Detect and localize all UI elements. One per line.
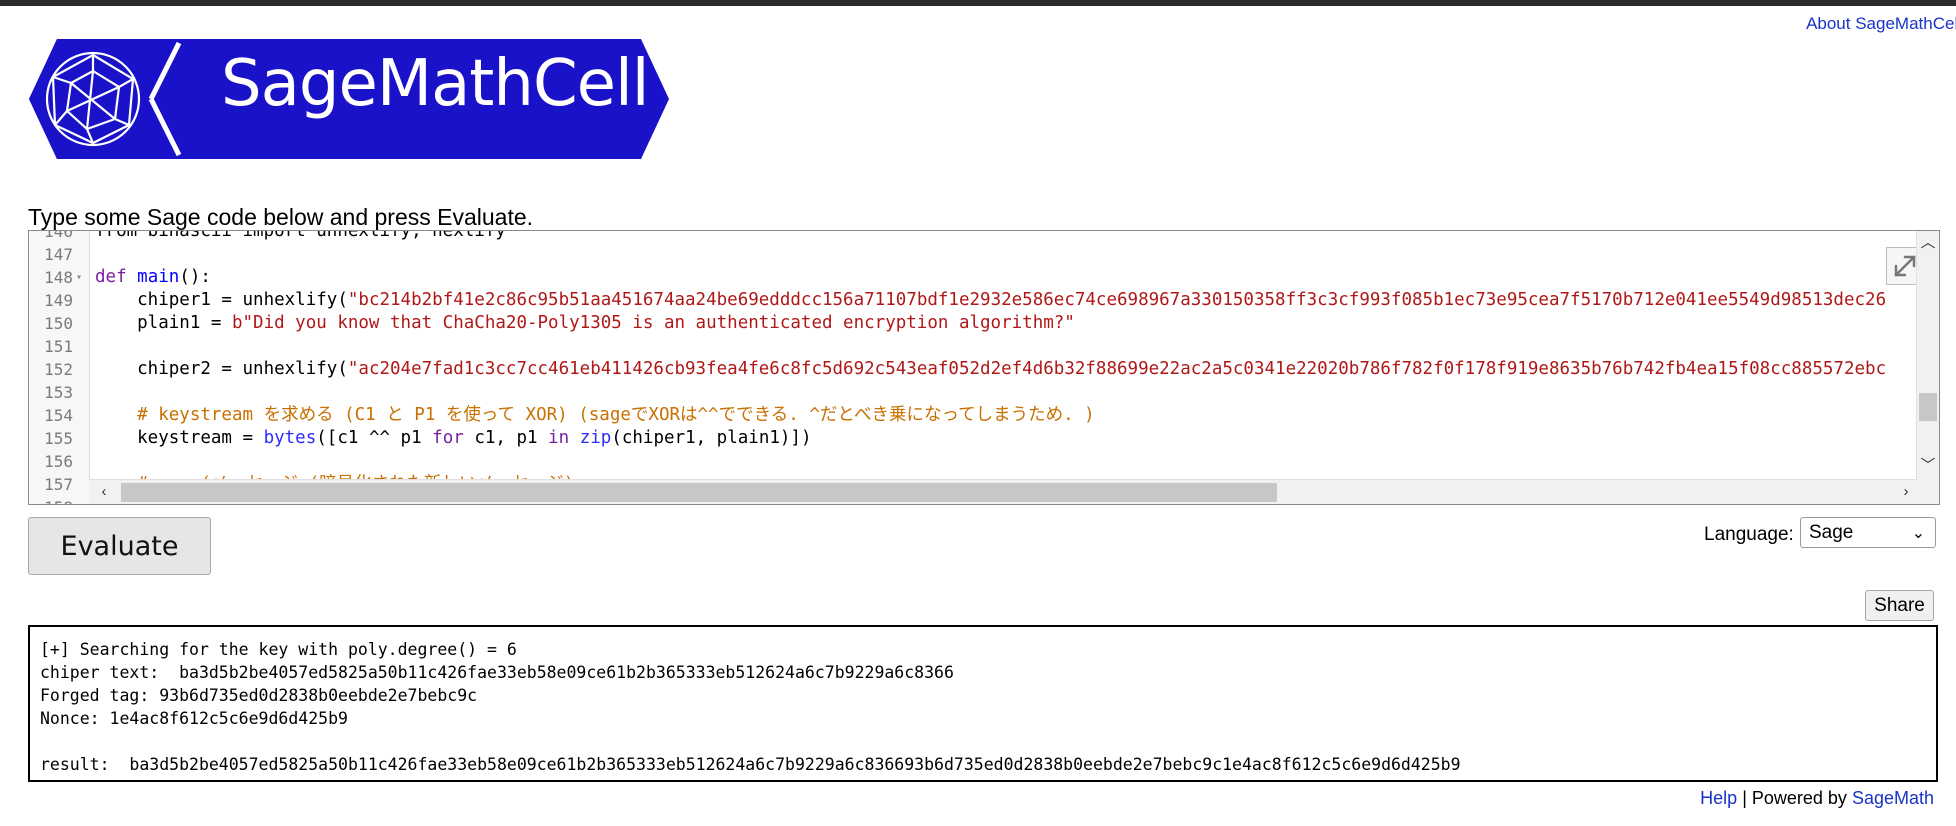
code-text: from binascii import unhexlify, hexlify (95, 230, 506, 241)
code-text: # keystream を求める (C1 と P1 を使って XOR) (sag… (95, 405, 1095, 425)
footer: Help | Powered by SageMath (1700, 788, 1934, 809)
code-text: def main(): (95, 267, 211, 287)
language-select[interactable]: Sage ⌄ (1800, 517, 1936, 548)
line-number: 154 (44, 406, 73, 425)
line-number: 153 (44, 383, 73, 402)
about-link[interactable]: About SageMathCell (1806, 14, 1956, 34)
code-line[interactable]: 148 ▾ def main(): (29, 266, 1917, 289)
scroll-right-icon[interactable]: › (1895, 482, 1917, 502)
output-line: chiper text: ba3d5b2be4057ed5825a50b11c4… (40, 663, 954, 682)
output-line: Forged tag: 93b6d735ed0d2838b0eebde2e7be… (40, 686, 478, 705)
code-line[interactable]: 146 from binascii import unhexlify, hexli… (29, 230, 1917, 243)
line-number: 155 (44, 429, 73, 448)
code-text: keystream = bytes([c1 ^^ p1 for c1, p1 i… (95, 428, 812, 448)
line-number: 150 (44, 314, 73, 333)
code-lines[interactable]: 146 from binascii import unhexlify, hexli… (29, 230, 1917, 504)
sagemathcell-logo: SageMathCell (29, 39, 669, 159)
output-line: result: ba3d5b2be4057ed5825a50b11c426fae… (40, 755, 1461, 774)
share-button[interactable]: Share (1865, 590, 1934, 621)
horizontal-scrollbar[interactable]: ‹ › (89, 479, 1917, 504)
scroll-left-icon[interactable]: ‹ (93, 482, 115, 502)
language-value: Sage (1809, 521, 1854, 543)
fold-marker-icon[interactable]: ▾ (76, 266, 82, 289)
line-number: 149 (44, 291, 73, 310)
code-line[interactable]: 155 keystream = bytes([c1 ^^ p1 for c1, … (29, 427, 1917, 450)
chevron-down-icon: ⌄ (1911, 525, 1925, 542)
code-line[interactable]: 154 # keystream を求める (C1 と P1 を使って XOR) … (29, 404, 1917, 427)
code-text: chiper2 = unhexlify("ac204e7fad1c3cc7cc4… (95, 359, 1887, 379)
code-line[interactable]: 150 plain1 = b"Did you know that ChaCha2… (29, 312, 1917, 335)
line-number: 158 (29, 496, 73, 504)
line-number: 156 (44, 452, 73, 471)
code-text: plain1 = b"Did you know that ChaCha20-Po… (95, 313, 1075, 333)
logo-text: SageMathCell (221, 47, 650, 121)
horizontal-scroll-thumb[interactable] (121, 483, 1277, 502)
output-line: [+] Searching for the key with poly.degr… (40, 640, 517, 659)
code-line[interactable]: 152 chiper2 = unhexlify("ac204e7fad1c3cc… (29, 358, 1917, 381)
line-number: 151 (44, 337, 73, 356)
line-number: 152 (44, 360, 73, 379)
code-line[interactable]: 156 (29, 450, 1917, 473)
sagemath-link[interactable]: SageMath (1852, 788, 1934, 808)
scroll-up-icon[interactable]: ︿ (1917, 233, 1939, 253)
code-line[interactable]: 151 (29, 335, 1917, 358)
line-number: 148 (44, 268, 73, 287)
evaluate-button[interactable]: Evaluate (28, 517, 211, 575)
footer-separator: | Powered by (1742, 788, 1847, 808)
code-editor[interactable]: 146 from binascii import unhexlify, hexli… (28, 230, 1940, 505)
line-number: 146 (44, 230, 73, 241)
vertical-scrollbar[interactable]: ︿ ﹀ (1916, 231, 1939, 504)
line-number: 147 (44, 245, 73, 264)
code-text: chiper1 = unhexlify("bc214b2bf41e2c86c95… (95, 290, 1887, 310)
vertical-scroll-thumb[interactable] (1919, 393, 1937, 421)
instructions-text: Type some Sage code below and press Eval… (28, 204, 534, 230)
code-line[interactable]: 153 (29, 381, 1917, 404)
output-panel: [+] Searching for the key with poly.degr… (28, 625, 1938, 782)
scroll-down-icon[interactable]: ﹀ (1917, 456, 1939, 476)
language-label: Language: (1704, 524, 1794, 545)
output-line: Nonce: 1e4ac8f612c5c6e9d6d425b9 (40, 709, 348, 728)
help-link[interactable]: Help (1700, 788, 1737, 808)
code-line[interactable]: 149 chiper1 = unhexlify("bc214b2bf41e2c8… (29, 289, 1917, 312)
line-number: 157 (44, 475, 73, 494)
top-bar (0, 0, 1956, 6)
code-line[interactable]: 147 (29, 243, 1917, 266)
